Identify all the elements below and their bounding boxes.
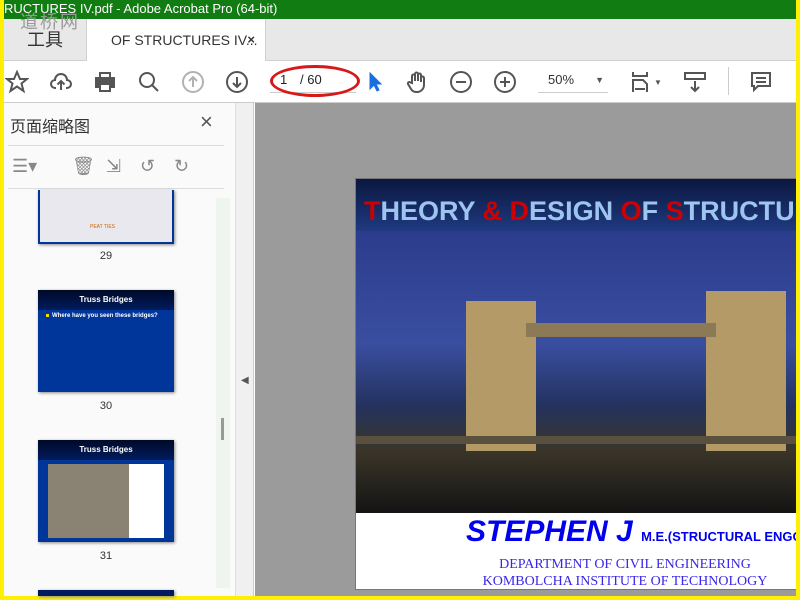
thumbnail-page-31[interactable]: Truss Bridges (38, 440, 174, 542)
options-menu-icon[interactable]: ☰▾ (12, 156, 37, 177)
author-name: STEPHEN J M.E.(STRUCTURAL ENGG (466, 515, 796, 549)
panel-splitter[interactable]: ◀ (236, 103, 254, 596)
chevron-down-icon: ▼ (595, 75, 604, 85)
t: T (364, 196, 381, 226)
institute: KOMBOLCHA INSTITUTE OF TECHNOLOGY (482, 574, 768, 589)
page-number-label: 30 (99, 400, 113, 412)
thumbnail-title: Truss Bridges (38, 440, 174, 460)
tab-document[interactable]: OF STRUCTURES IV... × (86, 19, 266, 61)
t: O (620, 196, 642, 226)
scrollbar-handle[interactable] (221, 418, 224, 440)
rotate-right-icon[interactable]: ↻ (174, 156, 189, 177)
t (502, 196, 510, 226)
t: & (482, 196, 503, 226)
select-cursor-icon[interactable] (362, 69, 388, 95)
collapse-panel-icon[interactable]: ◀ (241, 375, 249, 386)
tab-document-label: OF STRUCTURES IV... (111, 32, 258, 48)
delete-icon[interactable]: 🗑 (72, 156, 95, 177)
panel-title: 页面缩略图 (10, 119, 91, 136)
thumbnail-photo (48, 464, 164, 538)
acrobat-window: RUCTURES IV.pdf - Adobe Acrobat Pro (64-… (4, 0, 796, 596)
page-number-label: 29 (99, 250, 113, 262)
slide-title: THEORY & DESIGN OF STRUCTU (356, 179, 796, 231)
t: F (641, 196, 666, 226)
tower-bridge-photo (356, 231, 796, 513)
zoom-in-icon[interactable] (492, 69, 518, 95)
tab-bar: 道桥网 工具 OF STRUCTURES IV... × (4, 12, 796, 61)
tab-tools[interactable]: 道桥网 工具 (4, 12, 86, 61)
page-number-label: 31 (99, 550, 113, 562)
scroll-mode-icon[interactable] (682, 69, 708, 95)
upper-walkway (526, 323, 716, 337)
print-icon[interactable] (92, 69, 118, 95)
next-page-icon[interactable] (224, 69, 250, 95)
rotate-left-icon[interactable]: ↺ (140, 156, 155, 177)
bridge-deck (356, 436, 796, 444)
thumbnail-caption: PEAT TIES (90, 224, 116, 230)
t: D (509, 196, 530, 226)
previous-page-icon[interactable] (180, 69, 206, 95)
close-tab-icon[interactable]: × (247, 19, 255, 61)
watermark: 道桥网 (20, 12, 80, 33)
bullet-text: Where have you seen these bridges? (52, 313, 158, 319)
toolbar: 1 / 60 50% ▼ ▼ (4, 61, 796, 103)
thumbnail-page-32[interactable] (38, 590, 174, 596)
author-degree: M.E.(STRUCTURAL ENGG (641, 529, 796, 544)
thumbnail-page-29[interactable]: PEAT TIES (38, 190, 174, 244)
page-thumbnails-panel: 页面缩略图 × ☰▾ 🗑 ⇲ ↺ ↻ PEAT TIES 29 Truss Br… (4, 103, 236, 596)
bookmark-star-icon[interactable] (4, 69, 30, 95)
zoom-out-icon[interactable] (448, 69, 474, 95)
thumbnail-bullet: Where have you seen these bridges? (38, 310, 174, 322)
document-viewer: THEORY & DESIGN OF STRUCTU STEPHEN J M.E… (255, 103, 796, 596)
thumbnail-page-30[interactable]: Truss Bridges Where have you seen these b… (38, 290, 174, 392)
title-bar: RUCTURES IV.pdf - Adobe Acrobat Pro (64-… (4, 0, 796, 19)
thumbnail-scrollbar[interactable] (216, 198, 230, 588)
toolbar-divider (728, 67, 729, 95)
close-panel-icon[interactable]: × (200, 109, 213, 135)
search-icon[interactable] (136, 69, 162, 95)
zoom-value: 50% (548, 72, 575, 87)
t: ESIGN (529, 196, 621, 226)
thumbnail-title: Truss Bridges (38, 290, 174, 310)
zoom-level-select[interactable]: 50% ▼ (538, 67, 608, 93)
t: S (665, 196, 684, 226)
cloud-upload-icon[interactable] (48, 69, 74, 95)
t: HEORY (380, 196, 483, 226)
extract-pages-icon[interactable]: ⇲ (106, 156, 121, 177)
author: STEPHEN J (466, 515, 633, 548)
pdf-page: THEORY & DESIGN OF STRUCTU STEPHEN J M.E… (355, 178, 796, 590)
department: DEPARTMENT OF CIVIL ENGINEERING (499, 557, 751, 572)
comment-icon[interactable] (748, 69, 774, 95)
hand-tool-icon[interactable] (404, 69, 430, 95)
red-annotation-ellipse (270, 65, 360, 97)
t: TRUCTU (683, 196, 795, 226)
fit-page-icon[interactable]: ▼ (628, 69, 664, 95)
thumbnail-list: PEAT TIES 29 Truss Bridges Where have you… (4, 190, 236, 596)
thumbnail-tools: ☰▾ 🗑 ⇲ ↺ ↻ (8, 145, 224, 189)
right-tower (706, 291, 786, 451)
